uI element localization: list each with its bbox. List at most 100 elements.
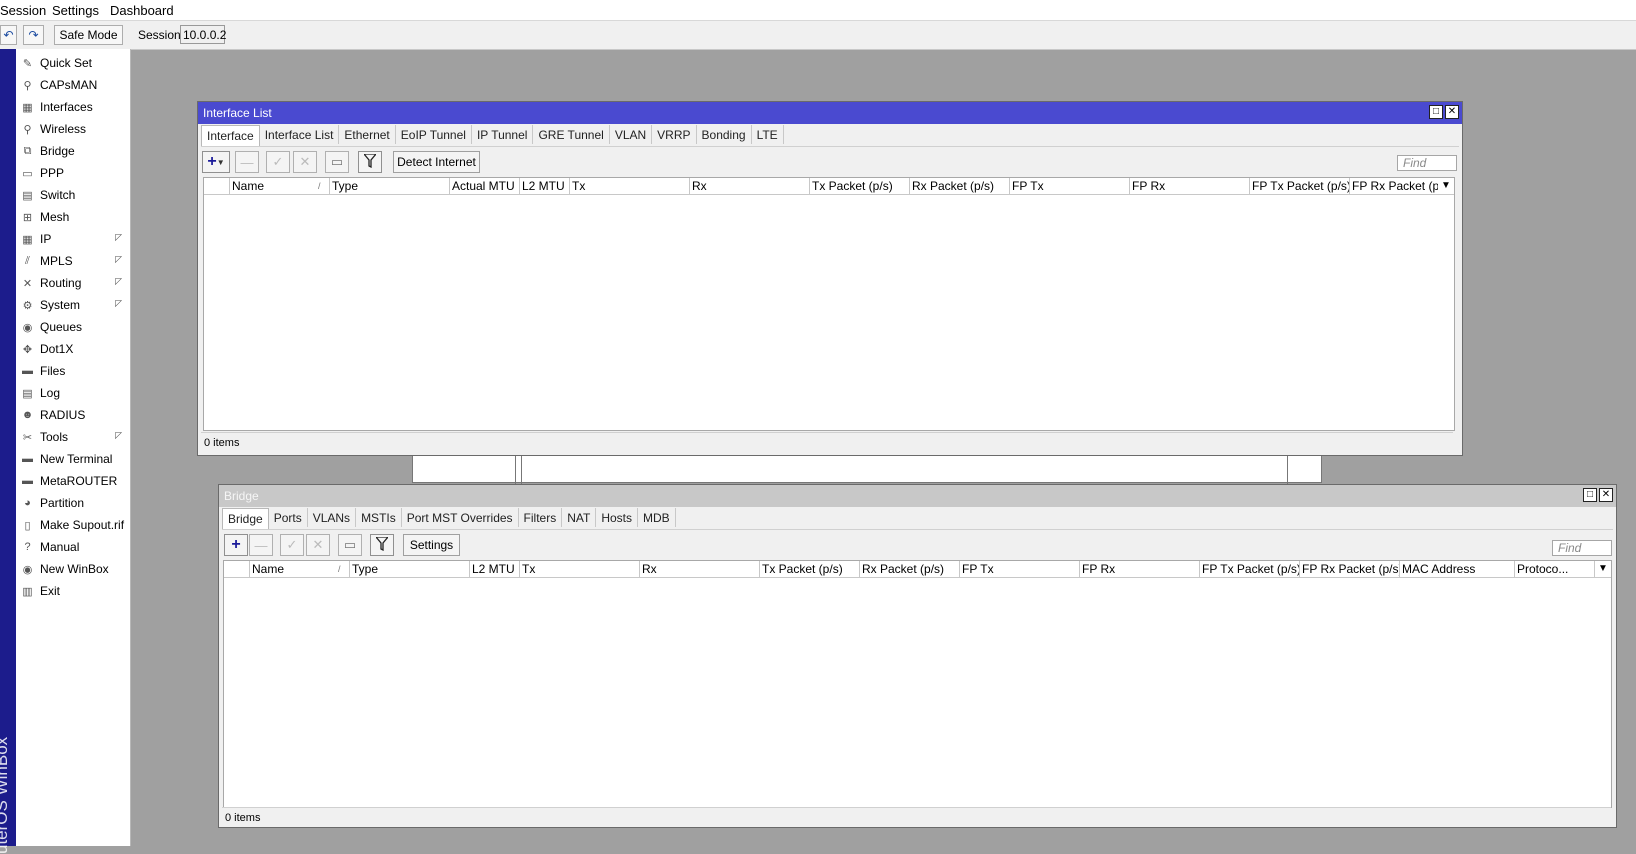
sidebar-item-mesh[interactable]: ⊞ Mesh xyxy=(16,206,130,228)
sidebar-item-files[interactable]: ▬ Files xyxy=(16,360,130,382)
sidebar-item-dot1x[interactable]: ✥ Dot1X xyxy=(16,338,130,360)
column-header-tx[interactable]: Tx xyxy=(570,178,690,194)
sidebar-item-ppp[interactable]: ▭ PPP xyxy=(16,162,130,184)
sidebar-item-bridge[interactable]: ⧉ Bridge xyxy=(16,140,130,162)
close-button[interactable]: ✕ xyxy=(1445,105,1459,119)
sidebar-item-exit[interactable]: ▥ Exit xyxy=(16,580,130,602)
tab-ethernet[interactable]: Ethernet xyxy=(339,125,396,144)
column-header-fp-tx[interactable]: FP Tx xyxy=(1010,178,1130,194)
column-header-protoco[interactable]: Protoco... xyxy=(1515,561,1595,577)
column-header-fp-tx-packet-p-s[interactable]: FP Tx Packet (p/s) xyxy=(1200,561,1300,577)
tab-gre-tunnel[interactable]: GRE Tunnel xyxy=(533,125,610,144)
comment-button[interactable]: ▭ xyxy=(338,534,362,556)
interface-window-titlebar[interactable]: Interface List □ ✕ xyxy=(198,102,1462,124)
tab-vrrp[interactable]: VRRP xyxy=(652,125,697,144)
tab-ip-tunnel[interactable]: IP Tunnel xyxy=(472,125,534,144)
column-menu-icon[interactable]: ▼ xyxy=(1595,561,1611,577)
sidebar-item-interfaces[interactable]: ▦ Interfaces xyxy=(16,96,130,118)
close-button[interactable]: ✕ xyxy=(1599,488,1613,502)
redo-button[interactable]: ↷ xyxy=(23,25,44,45)
enable-button[interactable]: ✓ xyxy=(266,151,290,173)
tab-vlan[interactable]: VLAN xyxy=(610,125,653,144)
column-header-fp-tx-packet-p-s[interactable]: FP Tx Packet (p/s) xyxy=(1250,178,1350,194)
maximize-button[interactable]: □ xyxy=(1429,105,1443,119)
remove-button[interactable]: — xyxy=(249,534,273,556)
tab-filters[interactable]: Filters xyxy=(519,508,563,527)
column-header-rx[interactable]: Rx xyxy=(690,178,810,194)
tab-bridge[interactable]: Bridge xyxy=(222,508,269,529)
column-header-l2-mtu[interactable]: L2 MTU xyxy=(470,561,520,577)
add-button[interactable]: + ▼ xyxy=(202,151,230,173)
tab-eoip-tunnel[interactable]: EoIP Tunnel xyxy=(396,125,472,144)
tab-interface[interactable]: Interface xyxy=(201,125,260,146)
safe-mode-button[interactable]: Safe Mode xyxy=(54,25,123,45)
sidebar-item-queues[interactable]: ◉ Queues xyxy=(16,316,130,338)
settings-button[interactable]: Settings xyxy=(403,534,460,556)
find-input[interactable]: Find xyxy=(1397,155,1457,171)
column-header-rx-packet-p-s[interactable]: Rx Packet (p/s) xyxy=(860,561,960,577)
column-header-fp-rx-packet-p-s[interactable]: FP Rx Packet (p/s) xyxy=(1350,178,1450,194)
sidebar-item-wireless[interactable]: ⚲ Wireless xyxy=(16,118,130,140)
add-button[interactable]: + xyxy=(224,534,248,556)
sidebar-item-tools[interactable]: ✂ Tools ◸ xyxy=(16,426,130,448)
comment-button[interactable]: ▭ xyxy=(325,151,349,173)
tab-nat[interactable]: NAT xyxy=(562,508,597,527)
menu-settings[interactable]: Settings xyxy=(52,3,99,18)
column-header-mac-address[interactable]: MAC Address xyxy=(1400,561,1515,577)
session-address-field[interactable]: 10.0.0.2 xyxy=(180,25,226,44)
sidebar-item-metarouter[interactable]: ▬ MetaROUTER xyxy=(16,470,130,492)
enable-button[interactable]: ✓ xyxy=(280,534,304,556)
sidebar-item-log[interactable]: ▤ Log xyxy=(16,382,130,404)
column-header-flags[interactable] xyxy=(204,178,230,194)
filter-button[interactable] xyxy=(370,534,394,556)
disable-button[interactable]: ✕ xyxy=(306,534,330,556)
sidebar-item-new-winbox[interactable]: ◉ New WinBox xyxy=(16,558,130,580)
column-header-tx-packet-p-s[interactable]: Tx Packet (p/s) xyxy=(810,178,910,194)
sidebar-item-mpls[interactable]: ⫽ MPLS ◸ xyxy=(16,250,130,272)
tab-lte[interactable]: LTE xyxy=(752,125,784,144)
sidebar-item-radius[interactable]: ☻ RADIUS xyxy=(16,404,130,426)
menu-session[interactable]: Session xyxy=(0,3,46,18)
sidebar-item-routing[interactable]: ✕ Routing ◸ xyxy=(16,272,130,294)
column-header-tx[interactable]: Tx xyxy=(520,561,640,577)
sidebar-item-make-supout-rif[interactable]: ▯ Make Supout.rif xyxy=(16,514,130,536)
menu-dashboard[interactable]: Dashboard xyxy=(110,3,174,18)
column-header-flags[interactable] xyxy=(224,561,250,577)
tab-mstis[interactable]: MSTIs xyxy=(356,508,402,527)
column-header-tx-packet-p-s[interactable]: Tx Packet (p/s) xyxy=(760,561,860,577)
sidebar-item-new-terminal[interactable]: ▬ New Terminal xyxy=(16,448,130,470)
tab-port-mst-overrides[interactable]: Port MST Overrides xyxy=(402,508,519,527)
column-header-actual-mtu[interactable]: Actual MTU xyxy=(450,178,520,194)
remove-button[interactable]: — xyxy=(235,151,259,173)
sidebar-item-ip[interactable]: ▦ IP ◸ xyxy=(16,228,130,250)
column-header-fp-rx[interactable]: FP Rx xyxy=(1130,178,1250,194)
tab-vlans[interactable]: VLANs xyxy=(308,508,357,527)
find-input[interactable]: Find xyxy=(1552,540,1612,556)
bridge-window-titlebar[interactable]: Bridge □ ✕ xyxy=(219,485,1616,507)
column-header-fp-rx[interactable]: FP Rx xyxy=(1080,561,1200,577)
sidebar-item-switch[interactable]: ▤ Switch xyxy=(16,184,130,206)
sidebar-item-quick-set[interactable]: ✎ Quick Set xyxy=(16,52,130,74)
maximize-button[interactable]: □ xyxy=(1583,488,1597,502)
column-header-name[interactable]: Name xyxy=(230,178,330,194)
sidebar-item-manual[interactable]: ? Manual xyxy=(16,536,130,558)
filter-button[interactable] xyxy=(358,151,382,173)
column-header-fp-tx[interactable]: FP Tx xyxy=(960,561,1080,577)
tab-ports[interactable]: Ports xyxy=(269,508,308,527)
sidebar-item-capsman[interactable]: ⚲ CAPsMAN xyxy=(16,74,130,96)
disable-button[interactable]: ✕ xyxy=(293,151,317,173)
column-header-rx-packet-p-s[interactable]: Rx Packet (p/s) xyxy=(910,178,1010,194)
tab-interface-list[interactable]: Interface List xyxy=(260,125,340,144)
column-header-l2-mtu[interactable]: L2 MTU xyxy=(520,178,570,194)
column-header-type[interactable]: Type xyxy=(350,561,470,577)
column-header-rx[interactable]: Rx xyxy=(640,561,760,577)
column-header-type[interactable]: Type xyxy=(330,178,450,194)
tab-hosts[interactable]: Hosts xyxy=(596,508,639,527)
tab-bonding[interactable]: Bonding xyxy=(697,125,752,144)
sidebar-item-partition[interactable]: ◕ Partition xyxy=(16,492,130,514)
sidebar-item-system[interactable]: ⚙ System ◸ xyxy=(16,294,130,316)
column-header-fp-rx-packet-p-s[interactable]: FP Rx Packet (p/s) xyxy=(1300,561,1400,577)
column-header-name[interactable]: Name xyxy=(250,561,350,577)
column-menu-icon[interactable]: ▼ xyxy=(1438,178,1454,194)
undo-button[interactable]: ↶ xyxy=(0,25,17,45)
